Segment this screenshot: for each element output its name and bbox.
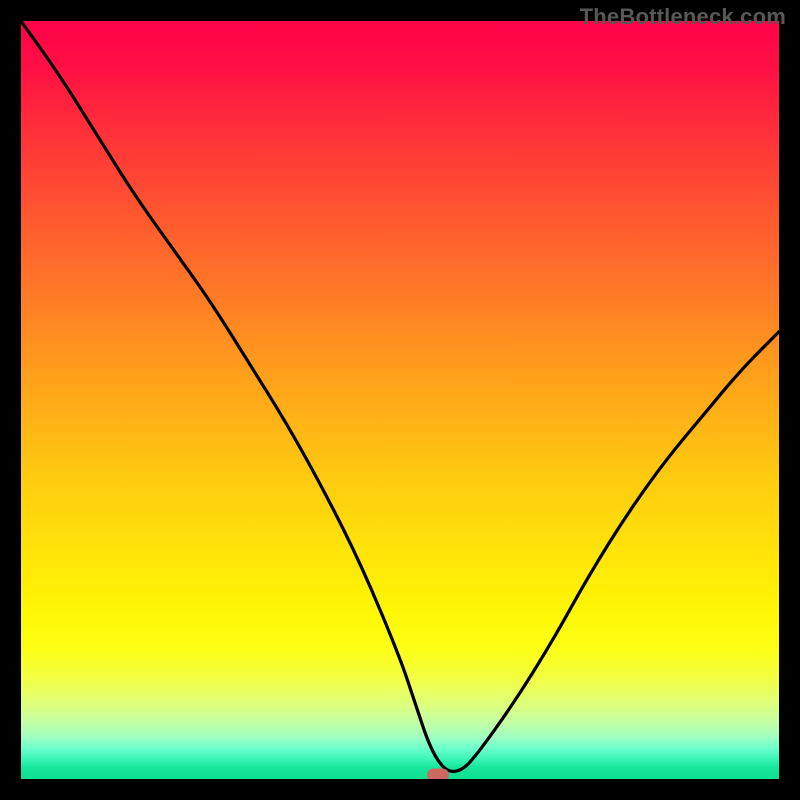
curve-path: [21, 21, 779, 771]
watermark-text: TheBottleneck.com: [580, 4, 786, 30]
chart-frame: TheBottleneck.com: [0, 0, 800, 800]
bottleneck-curve: [21, 21, 779, 779]
optimal-marker: [427, 769, 449, 779]
plot-area: [21, 21, 779, 779]
